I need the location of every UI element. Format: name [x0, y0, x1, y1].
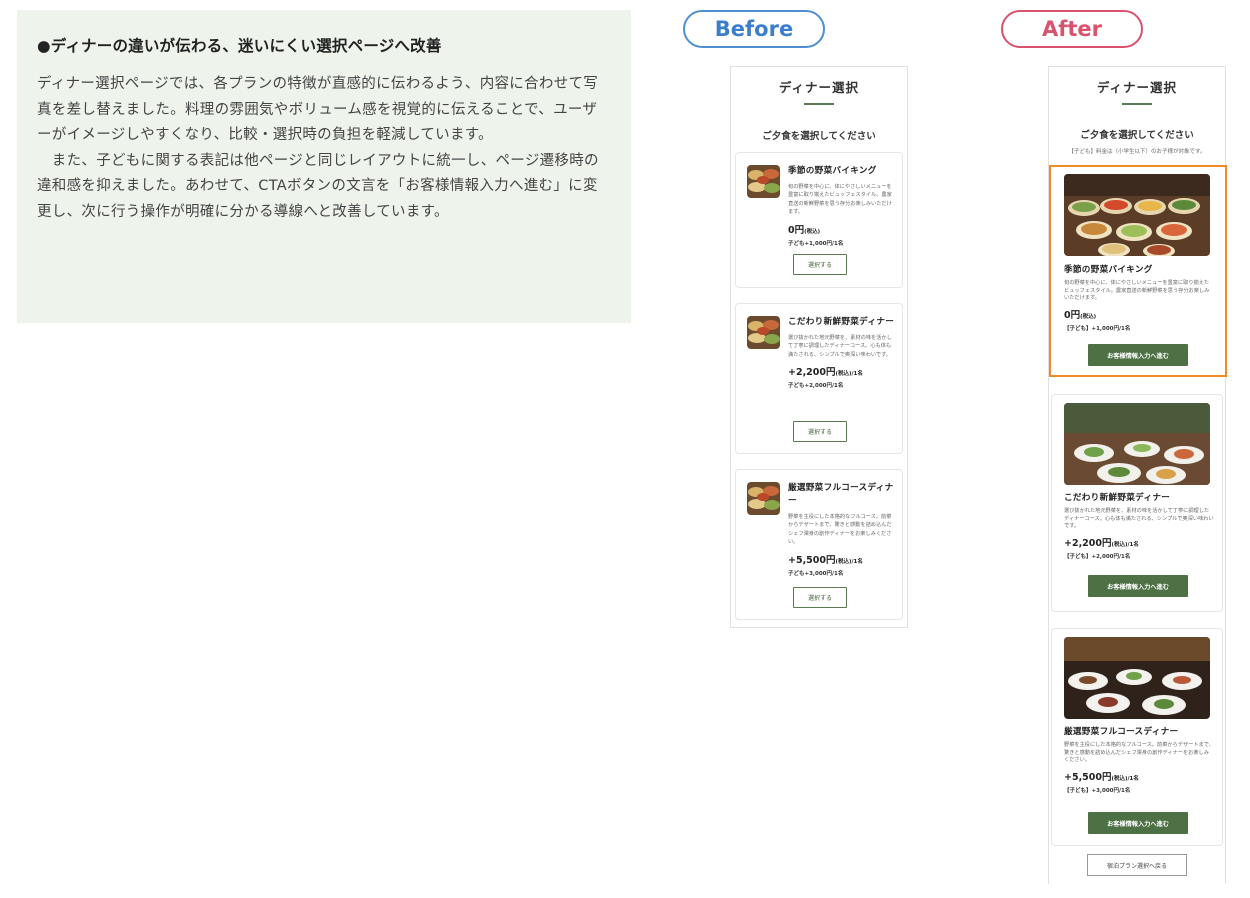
- child-price: 子ども+2,000円/1名: [788, 383, 844, 390]
- plan-thumbnail: [747, 316, 780, 349]
- page-title: ディナー選択: [1096, 80, 1178, 95]
- plan-thumbnail: [747, 482, 780, 515]
- plan-thumbnail: [747, 165, 780, 198]
- before-mockup: ディナー選択 ご夕食を選択してください 季節の野菜バイキング 旬の野菜を中心に、…: [730, 66, 908, 628]
- select-button[interactable]: 選択する: [793, 254, 847, 275]
- explanation-panel: ●ディナーの違いが伝わる、迷いにくい選択ページへ改善 ディナー選択ページでは、各…: [17, 10, 631, 323]
- proceed-to-guest-info-button[interactable]: お客様情報入力へ進む: [1088, 344, 1188, 366]
- plan-card: 厳選野菜フルコースディナー 野菜を主役にした本格的なフルコース。前菜からデザート…: [1051, 628, 1223, 846]
- plan-name: 厳選野菜フルコースディナー: [788, 483, 894, 506]
- plan-name: 季節の野菜バイキング: [1064, 265, 1153, 275]
- title-underline: [804, 103, 834, 105]
- plan-description: 旬の野菜を中心に、体にやさしいメニューを豊富に取り揃えたビュッフェスタイル。農家…: [788, 184, 892, 216]
- title-underline: [1122, 103, 1152, 105]
- explanation-body: ディナー選択ページでは、各プランの特徴が直感的に伝わるよう、内容に合わせて写真を…: [37, 76, 599, 220]
- proceed-to-guest-info-button[interactable]: お客様情報入力へ進む: [1088, 812, 1188, 834]
- proceed-to-guest-info-button[interactable]: お客様情報入力へ進む: [1088, 575, 1188, 597]
- select-button[interactable]: 選択する: [793, 421, 847, 442]
- page-title: ディナー選択: [778, 80, 860, 95]
- plan-photo: [1064, 403, 1210, 485]
- plan-card: こだわり新鮮野菜ディナー 選び抜かれた地元野菜を、素材の味を活かして丁寧に調理し…: [1051, 394, 1223, 612]
- plan-description: 選び抜かれた地元野菜を、素材の味を活かして丁寧に調理したディナーコース。心も体も…: [1064, 508, 1214, 530]
- before-label: Before: [683, 10, 825, 48]
- plan-price: +2,200円(税込)/1名: [1064, 537, 1139, 549]
- plan-price: +5,500円(税込)/1名: [788, 554, 863, 566]
- plan-name: 季節の野菜バイキング: [788, 166, 877, 176]
- plan-price: 0円(税込): [1064, 309, 1097, 321]
- plan-price: 0円(税込): [788, 224, 821, 236]
- plan-description: 旬の野菜を中心に、体にやさしいメニューを豊富に取り揃えたビュッフェスタイル。農家…: [1064, 280, 1210, 302]
- plan-description: 野菜を主役にした本格的なフルコース。前菜からデザートまで、驚きと感動を詰め込んだ…: [1064, 742, 1214, 764]
- child-price: 子ども+1,000円/1名: [788, 240, 844, 247]
- back-to-plan-select-button[interactable]: 宿泊プラン選択へ戻る: [1087, 854, 1187, 876]
- plan-description: 選び抜かれた地元野菜を、素材の味を活かして丁寧に調理したディナーコース。心も体も…: [788, 335, 892, 358]
- plan-card: こだわり新鮮野菜ディナー 選び抜かれた地元野菜を、素材の味を活かして丁寧に調理し…: [735, 303, 903, 454]
- child-price: 子ども+3,000円/1名: [788, 570, 844, 577]
- plan-photo: [1064, 637, 1210, 719]
- child-note: 【子ども】料金は（小学生以下）のお子様が対象です。: [1068, 149, 1206, 155]
- plan-photo: [1064, 174, 1210, 256]
- plan-card: 厳選野菜フルコースディナー 野菜を主役にした本格的なフルコース。前菜からデザート…: [735, 469, 903, 620]
- plan-card: 季節の野菜バイキング 旬の野菜を中心に、体にやさしいメニューを豊富に取り揃えたビ…: [735, 152, 903, 288]
- plan-price: +2,200円(税込)/1名: [788, 367, 863, 379]
- page-subtitle: ご夕食を選択してください: [1080, 130, 1194, 141]
- explanation-heading: ●ディナーの違いが伝わる、迷いにくい選択ページへ改善: [37, 37, 442, 55]
- plan-name: こだわり新鮮野菜ディナー: [1064, 493, 1171, 503]
- plan-name: こだわり新鮮野菜ディナー: [788, 317, 895, 327]
- child-price: 【子ども】+2,000円/1名: [1064, 553, 1131, 560]
- select-button[interactable]: 選択する: [793, 587, 847, 608]
- page-subtitle: ご夕食を選択してください: [762, 131, 876, 142]
- after-mockup: ディナー選択 ご夕食を選択してください 【子ども】料金は（小学生以下）のお子様が…: [1048, 66, 1227, 884]
- plan-price: +5,500円(税込)/1名: [1064, 771, 1139, 783]
- plan-description: 野菜を主役にした本格的なフルコース。前菜からデザートまで、驚きと感動を詰め込んだ…: [788, 514, 892, 546]
- after-label: After: [1001, 10, 1143, 48]
- child-price: 【子ども】+3,000円/1名: [1064, 787, 1131, 794]
- plan-card-highlighted: 季節の野菜バイキング 旬の野菜を中心に、体にやさしいメニューを豊富に取り揃えたビ…: [1049, 165, 1227, 377]
- plan-name: 厳選野菜フルコースディナー: [1064, 727, 1179, 737]
- child-price: 【子ども】+1,000円/1名: [1064, 325, 1131, 332]
